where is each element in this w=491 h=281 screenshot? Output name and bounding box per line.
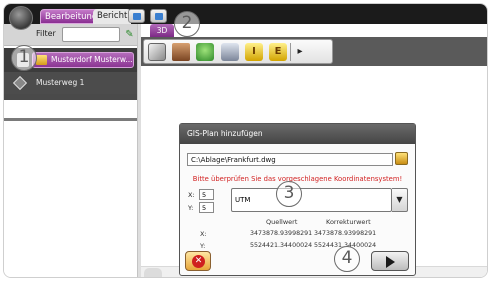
quick-action-icon[interactable] — [128, 9, 145, 23]
quick-action-2-icon[interactable] — [150, 9, 167, 23]
e-icon[interactable]: E — [269, 43, 287, 61]
x-offset-field[interactable]: 5 — [199, 189, 214, 200]
column-header-source: Quellwert — [266, 218, 298, 226]
ribbon-group: I E ▸ — [143, 39, 333, 64]
ribbon-more-arrow-icon[interactable]: ▸ — [295, 43, 305, 61]
x-offset-label: X: — [188, 191, 195, 199]
tree-item-road[interactable]: Musterweg 1 — [4, 72, 138, 94]
callout-4: 4 — [334, 246, 360, 272]
close-icon: ✕ — [192, 255, 205, 268]
cube-icon[interactable] — [148, 43, 166, 61]
app-menu-orb-icon[interactable] — [9, 6, 33, 30]
layers-icon[interactable] — [172, 43, 190, 61]
tab-bericht[interactable]: Bericht — [93, 9, 132, 24]
chevron-down-icon[interactable]: ▼ — [392, 188, 408, 212]
bottom-tab[interactable] — [144, 268, 162, 277]
y-offset-field[interactable]: 5 — [199, 202, 214, 213]
tab-3d[interactable]: 3D — [150, 24, 174, 37]
filter-input[interactable] — [62, 27, 120, 42]
cell-corrected-x[interactable]: 3473878.93998291 — [314, 230, 376, 237]
leaf-icon[interactable] — [196, 43, 214, 61]
app-window: Bearbeitung Bericht Filter ✎ Musterdorf … — [3, 3, 488, 278]
crs-select[interactable]: UTM — [231, 188, 392, 212]
callout-1: 1 — [11, 45, 37, 71]
callout-2: 2 — [174, 11, 200, 37]
tree-item-label: Musterweg 1 — [36, 78, 85, 87]
crs-warning: Bitte überprüfen Sie das vorgeschlagene … — [192, 175, 403, 183]
cancel-button[interactable]: ✕ — [185, 251, 211, 271]
filter-label: Filter — [36, 29, 56, 38]
tree-item-selected[interactable]: Musterdorf Musterw... — [32, 52, 134, 68]
column-header-corrected: Korrekturwert — [326, 218, 371, 226]
row-label-y: Y: — [200, 242, 206, 250]
y-offset-label: Y: — [188, 204, 194, 212]
gray-stack-icon[interactable] — [221, 43, 239, 61]
folder-icon — [36, 55, 47, 65]
row-label-x: X: — [200, 230, 207, 238]
file-path-input[interactable]: C:\Ablage\Frankfurt.dwg — [187, 153, 393, 166]
filter-clear-icon[interactable]: ✎ — [123, 27, 136, 42]
browse-folder-icon[interactable] — [395, 152, 408, 165]
i-icon[interactable]: I — [245, 43, 263, 61]
callout-3: 3 — [276, 181, 302, 207]
cell-source-y: 5524421.34400024 — [250, 242, 313, 249]
play-icon — [386, 256, 395, 268]
tree-item-label: Musterdorf Musterw... — [51, 55, 133, 64]
cell-source-x: 3473878.93998291 — [250, 230, 313, 237]
ribbon-separator — [290, 43, 291, 61]
tree-divider — [4, 118, 138, 121]
ribbon-bar: I E ▸ — [141, 37, 487, 66]
road-icon — [12, 75, 28, 91]
next-button[interactable] — [371, 251, 409, 271]
dialog-title: GIS-Plan hinzufügen — [180, 124, 415, 144]
